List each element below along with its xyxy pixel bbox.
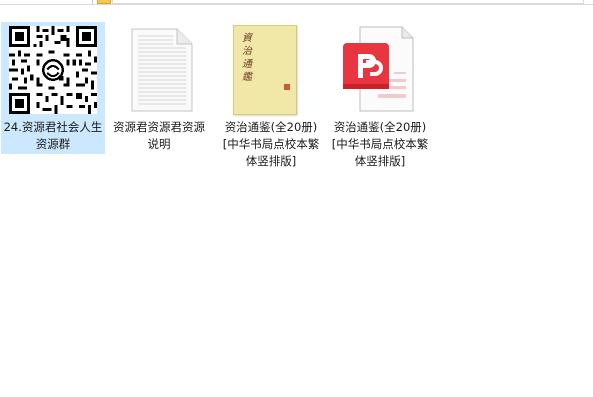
seal-stamp-icon (284, 84, 290, 90)
pdf-file-icon (343, 26, 414, 112)
file-name-label: 资治通鉴(全20册) [中华书局点校本繁体竖排版] (331, 120, 429, 168)
folder-icon (97, 0, 111, 4)
back-arrow-icon[interactable]: ← (50, 0, 58, 4)
qr-code-icon (9, 26, 97, 114)
book-cover-thumbnail: 資治通鑑 (233, 25, 297, 115)
book-cover-title: 資治通鑑 (242, 33, 252, 83)
text-file-icon (131, 28, 193, 112)
file-name-label: 资源君资源君资源说明 (113, 120, 205, 151)
forward-arrow-icon[interactable]: → (73, 0, 81, 4)
address-bar[interactable] (112, 0, 584, 4)
toolbar-divider (92, 0, 93, 4)
navigation-bar: ← → (0, 0, 593, 5)
file-item-text-document[interactable]: 资源君资源君资源说明 (107, 22, 211, 154)
file-item-book-cover[interactable]: 資治通鑑 资治通鉴(全20册) [中华书局点校本繁体竖排版] (219, 22, 323, 168)
file-name-label: 24.资源君社会人生资源群 (3, 120, 103, 151)
file-explorer-window: ← → (0, 0, 593, 397)
file-item-qr-image[interactable]: 24.资源君社会人生资源群 (1, 22, 105, 154)
file-item-pdf-document[interactable]: 资治通鉴(全20册) [中华书局点校本繁体竖排版] (328, 22, 432, 168)
file-name-label: 资治通鉴(全20册) [中华书局点校本繁体竖排版] (222, 120, 320, 168)
